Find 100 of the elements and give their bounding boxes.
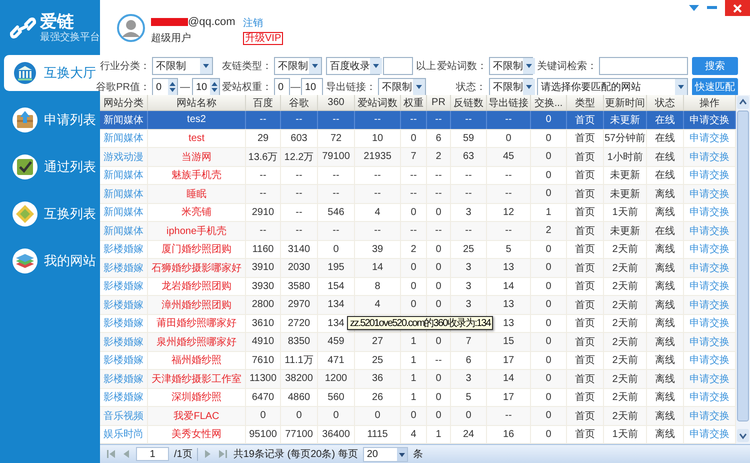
table-row[interactable]: 新闻媒体 睡眠 -- -- -- -- -- -- -- -- 0 首页 未更新 离线 申请交换 [100, 185, 736, 204]
table-cell: 首页 [567, 111, 604, 128]
table-cell: 0 [318, 240, 355, 258]
apply-exchange-link[interactable]: 申请交换 [690, 112, 730, 127]
dropdown[interactable]: 请选择你要匹配的网站 [537, 78, 688, 96]
table-cell: 未更新 [604, 166, 647, 184]
table-cell: -- [355, 166, 401, 184]
dropdown[interactable]: 不限制 [152, 57, 213, 75]
table-row[interactable]: 影楼婚嫁 漳州婚纱照团购 2800 2970 134 4 0 0 3 13 0 首页 2天前 离线 申请交换 [100, 296, 736, 314]
column-header[interactable]: 谷歌 [281, 95, 318, 110]
table-cell: 1200 [318, 370, 355, 388]
column-header[interactable]: 爱站词数 [355, 95, 401, 110]
dropdown-arrow-icon[interactable] [689, 5, 699, 11]
column-header[interactable]: 反链数 [451, 95, 487, 110]
column-header[interactable]: 网站名称 [148, 95, 246, 110]
table-cell: 游戏动漫 [100, 148, 148, 166]
table-cell: 0 [531, 185, 567, 202]
sidebar-item[interactable]: 申请列表 [4, 102, 100, 138]
column-header[interactable]: 更新时间 [604, 95, 647, 110]
table-cell: -- [281, 185, 318, 202]
table-row[interactable]: 影楼婚嫁 福州婚纱照 7610 11.1万 471 25 1 -- 6 17 0 首页 2天前 离线 申请交换 [100, 352, 736, 370]
table-row[interactable]: 游戏动漫 当游网 13.6万 12.2万 79100 21935 7 2 63 45 0 首页 1小时前 在线 申请交换 [100, 148, 736, 166]
table-cell: 离线 [647, 426, 684, 443]
table-cell: 1 [401, 388, 427, 406]
search-button[interactable]: 搜索 [692, 57, 738, 75]
sidebar-item[interactable]: 互换列表 [4, 196, 100, 232]
table-row[interactable]: 新闻媒体 iphone手机壳 -- -- -- -- -- -- -- -- 2 首页 未更新 在线 申请交换 [100, 222, 736, 240]
table-cell: 未更新 [604, 111, 647, 128]
scrollbar[interactable] [736, 95, 750, 444]
column-header[interactable]: 导出链接 [487, 95, 531, 110]
column-header[interactable]: 360 [318, 95, 355, 110]
table-cell: -- [427, 222, 451, 240]
table-row[interactable]: 娱乐时尚 美秀女性网 95100 77100 36400 1115 4 1 24 16 0 首页 1天前 离线 申请交换 [100, 426, 736, 444]
table-cell: 2天前 [604, 296, 647, 314]
column-header[interactable]: 状态 [647, 95, 684, 110]
table-cell: 63 [451, 148, 487, 166]
table-row[interactable]: 新闻媒体 tes2 -- -- -- -- -- -- -- -- 0 首页 未更新 在线 申请交换 [100, 111, 736, 130]
table-cell: 1 [401, 333, 427, 350]
table-cell: 25 [451, 240, 487, 258]
table-cell: 离线 [647, 352, 684, 369]
table-cell: 11300 [246, 370, 281, 388]
close-button[interactable] [725, 0, 750, 16]
table-cell: 首页 [567, 222, 604, 240]
spin-box[interactable]: 0 [152, 78, 178, 96]
input-field[interactable] [599, 57, 688, 75]
input-field[interactable] [383, 57, 413, 75]
column-header[interactable]: 百度 [246, 95, 281, 110]
match-button[interactable]: 快速匹配 [692, 78, 738, 96]
upgrade-vip-button[interactable]: 升级VIP [243, 32, 284, 45]
first-page-icon[interactable] [106, 449, 116, 459]
column-header[interactable]: 权重 [401, 95, 427, 110]
column-header[interactable]: 网站分类 [100, 95, 148, 110]
input-field[interactable]: 0 [274, 78, 290, 96]
spin-box[interactable]: 10 [192, 78, 220, 96]
table-row[interactable]: 影楼婚嫁 深圳婚纱照 6470 4860 560 26 1 0 5 17 0 首页 2天前 离线 申请交换 [100, 388, 736, 407]
page-input[interactable]: 1 [136, 447, 169, 461]
dropdown[interactable]: 百度收录 [326, 57, 380, 75]
table-cell: 1小时前 [604, 148, 647, 166]
table-row[interactable]: 影楼婚嫁 石狮婚纱摄影哪家好 3910 2030 195 14 0 0 3 13 0 首页 2天前 离线 申请交换 [100, 259, 736, 278]
table-row[interactable]: 影楼婚嫁 天津婚纱摄影工作室 11300 38200 1200 36 1 0 3 14 0 首页 2天前 离线 申请交换 [100, 370, 736, 388]
table-cell: 0 [427, 204, 451, 221]
table-cell: -- [487, 222, 531, 240]
close-icon[interactable] [733, 4, 742, 12]
table-row[interactable]: 影楼婚嫁 厦门婚纱照团购 1160 3140 0 39 2 0 25 5 0 首页 2天前 离线 申请交换 [100, 240, 736, 259]
previous-page-icon[interactable] [121, 449, 131, 459]
dropdown[interactable]: 不限制 [378, 78, 426, 96]
table-row[interactable]: 新闻媒体 魅族手机壳 -- -- -- -- -- -- -- -- 0 首页 未更新 在线 申请交换 [100, 166, 736, 185]
table-row[interactable]: 音乐视频 我爱FLAC 0 0 0 0 0 0 0 -- 0 首页 2天前 离线 申请交换 [100, 407, 736, 426]
table-row[interactable]: 新闻媒体 test 29 603 72 10 0 6 59 0 0 首页 57分钟前 在线 申请交换 [100, 130, 736, 148]
table-cell: 影楼婚嫁 [100, 240, 148, 258]
input-field[interactable]: 10 [301, 78, 323, 96]
sidebar-item[interactable]: 我的网站 [4, 243, 100, 279]
table-cell: 福州婚纱照 [148, 352, 246, 369]
column-header[interactable]: PR [427, 95, 451, 110]
table-cell: -- [281, 166, 318, 184]
table-cell: 离线 [647, 296, 684, 314]
caret-icon [413, 79, 425, 95]
column-header[interactable]: 类型 [567, 95, 604, 110]
dropdown[interactable]: 不限制 [489, 57, 533, 75]
table-cell: 2 [531, 222, 567, 240]
dropdown[interactable]: 不限制 [274, 57, 322, 75]
last-page-icon[interactable] [218, 449, 228, 459]
table-cell: 195 [318, 259, 355, 276]
table-cell: 13.6万 [246, 148, 281, 166]
minimize-icon[interactable] [707, 6, 717, 9]
checkmark-icon [12, 154, 38, 180]
table-row[interactable]: 影楼婚嫁 龙岩婚纱照团购 3930 3580 154 8 0 0 3 14 0 首页 2天前 离线 申请交换 [100, 278, 736, 296]
table-cell: 2天前 [604, 407, 647, 424]
page-size-dropdown[interactable]: 20 [362, 446, 408, 462]
dropdown[interactable]: 不限制 [489, 78, 533, 96]
table-cell: 6 [451, 352, 487, 369]
column-header[interactable]: 交换... [531, 95, 567, 110]
table-cell: 560 [318, 388, 355, 406]
table-cell: 13 [487, 296, 531, 314]
table-cell: 影楼婚嫁 [100, 388, 148, 406]
table-row[interactable]: 新闻媒体 米亮铺 2910 -- 546 4 0 0 3 12 1 首页 1天前 离线 申请交换 [100, 204, 736, 222]
logout-link[interactable]: 注销 [243, 16, 263, 30]
table-cell: 0 [401, 296, 427, 314]
table-row[interactable]: 影楼婚嫁 泉州婚纱照哪家好 4910 8350 459 27 1 0 7 15 0 首页 2天前 离线 申请交换 [100, 333, 736, 352]
sidebar-item[interactable]: 通过列表 [4, 149, 100, 185]
